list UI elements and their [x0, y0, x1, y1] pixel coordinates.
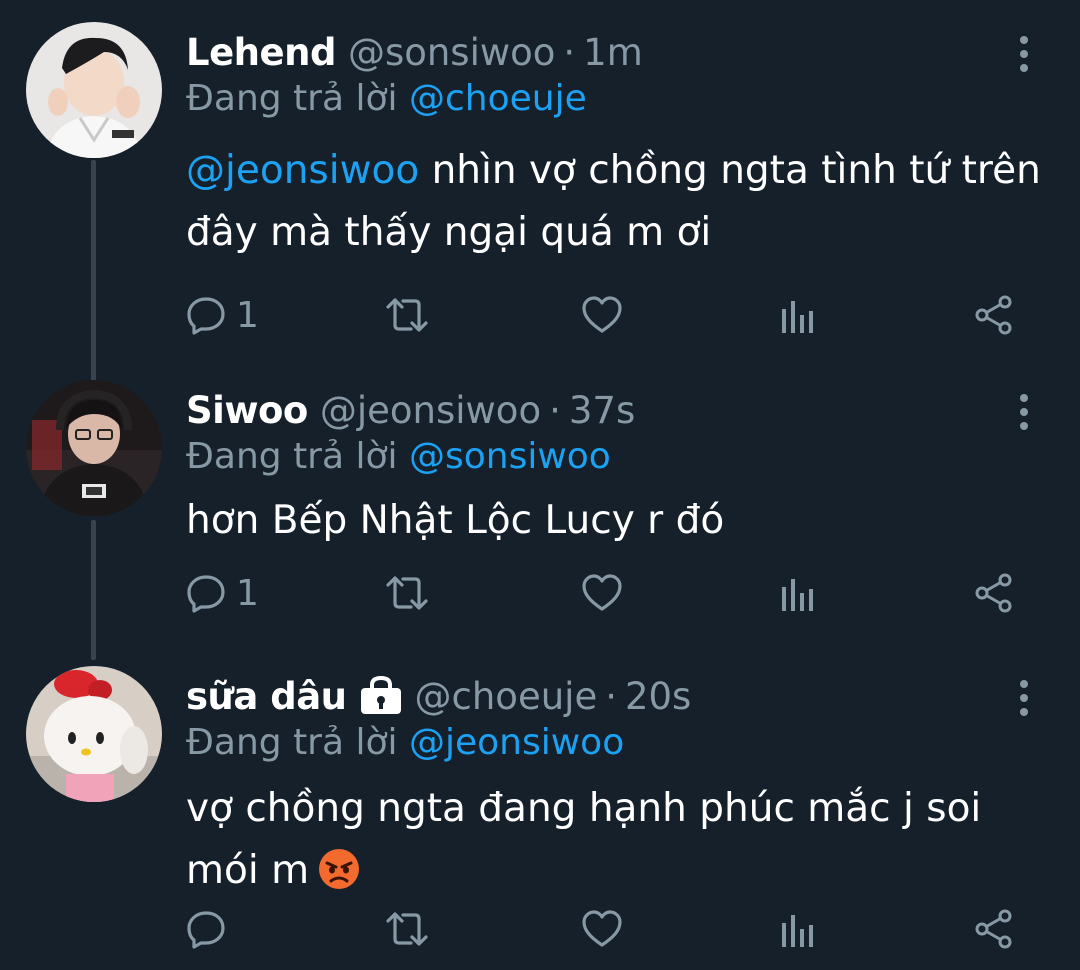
tweet-text: hơn Bếp Nhật Lộc Lucy r đó [186, 490, 1056, 552]
tweet-text: @jeonsiwoo nhìn vợ chồng ngta tình tứ tr… [186, 140, 1056, 264]
tweet-thread: Lehend @sonsiwoo · 1m Đang trả lời @choe… [0, 0, 1080, 970]
retweet-button[interactable] [384, 570, 430, 616]
analytics-button[interactable] [780, 906, 816, 952]
like-button[interactable] [582, 906, 622, 952]
replying-to-mention[interactable]: @choeuje [409, 78, 587, 119]
replying-to: Đang trả lời @sonsiwoo [186, 436, 611, 477]
reply-icon [187, 297, 225, 335]
heart-icon [582, 910, 622, 947]
tweet-header: Lehend @sonsiwoo · 1m [186, 22, 643, 82]
separator-dot: · [563, 30, 576, 74]
tweet-header: Siwoo @jeonsiwoo · 37s [186, 380, 635, 440]
analytics-button[interactable] [780, 570, 816, 616]
body-text: vợ chồng ngta đang hạnh phúc mắc j soi m… [186, 786, 982, 893]
share-button[interactable] [974, 906, 1014, 952]
retweet-icon [386, 912, 428, 946]
like-button[interactable] [582, 570, 622, 616]
display-name[interactable]: Siwoo [186, 389, 308, 432]
analytics-icon [782, 301, 813, 333]
share-button[interactable] [974, 292, 1014, 338]
display-name[interactable]: sữa dâu [186, 675, 347, 718]
user-handle[interactable]: @jeonsiwoo [320, 389, 541, 432]
reply-icon [187, 911, 225, 949]
reply-icon [187, 575, 225, 613]
tweet-actions: 1 [186, 570, 1026, 616]
separator-dot: · [605, 674, 617, 718]
replying-to-mention[interactable]: @sonsiwoo [409, 436, 611, 477]
lock-icon [359, 675, 403, 716]
user-handle[interactable]: @choeuje [415, 675, 598, 718]
share-button[interactable] [974, 570, 1014, 616]
avatar[interactable] [26, 380, 162, 516]
avatar[interactable] [26, 666, 162, 802]
tweet-header: sữa dâu @choeuje · 20s [186, 666, 691, 726]
heart-icon [582, 296, 622, 333]
replying-to-mention[interactable]: @jeonsiwoo [409, 722, 624, 763]
replying-to: Đang trả lời @choeuje [186, 78, 587, 119]
display-name[interactable]: Lehend [186, 31, 336, 74]
share-icon [975, 295, 1012, 335]
user-handle[interactable]: @sonsiwoo [348, 31, 555, 74]
share-icon [975, 573, 1012, 613]
analytics-icon [782, 579, 813, 611]
replying-to: Đang trả lời @jeonsiwoo [186, 722, 624, 763]
analytics-icon [782, 915, 813, 947]
retweet-button[interactable] [384, 292, 430, 338]
separator-dot: · [549, 388, 561, 432]
more-vertical-icon[interactable] [1012, 678, 1036, 718]
timestamp[interactable]: 37s [569, 389, 635, 432]
replying-to-label: Đang trả lời [186, 436, 398, 477]
retweet-icon [386, 576, 428, 610]
replying-to-label: Đang trả lời [186, 78, 398, 119]
timestamp[interactable]: 1m [583, 31, 643, 74]
reply-button[interactable]: 1 [186, 292, 259, 338]
like-button[interactable] [582, 292, 622, 338]
tweet-actions [186, 906, 1026, 952]
tweet[interactable]: Lehend @sonsiwoo · 1m Đang trả lời @choe… [0, 22, 1080, 352]
reply-count: 1 [236, 294, 259, 336]
retweet-icon [386, 298, 428, 332]
reply-count: 1 [236, 572, 259, 614]
timestamp[interactable]: 20s [625, 675, 691, 718]
tweet-actions: 1 [186, 292, 1026, 338]
angry-face-emoji [317, 847, 361, 891]
tweet[interactable]: sữa dâu @choeuje · 20s Đang trả lời @jeo… [0, 666, 1080, 956]
more-vertical-icon[interactable] [1012, 392, 1036, 432]
tweet[interactable]: Siwoo @jeonsiwoo · 37s Đang trả lời @son… [0, 380, 1080, 630]
reply-button[interactable] [186, 906, 236, 952]
body-mention[interactable]: @jeonsiwoo [186, 148, 419, 193]
body-text: hơn Bếp Nhật Lộc Lucy r đó [186, 498, 725, 543]
replying-to-label: Đang trả lời [186, 722, 398, 763]
more-vertical-icon[interactable] [1012, 34, 1036, 74]
reply-button[interactable]: 1 [186, 570, 259, 616]
share-icon [975, 909, 1012, 949]
avatar[interactable] [26, 22, 162, 158]
heart-icon [582, 574, 622, 611]
retweet-button[interactable] [384, 906, 430, 952]
tweet-text: vợ chồng ngta đang hạnh phúc mắc j soi m… [186, 778, 1056, 902]
analytics-button[interactable] [780, 292, 816, 338]
